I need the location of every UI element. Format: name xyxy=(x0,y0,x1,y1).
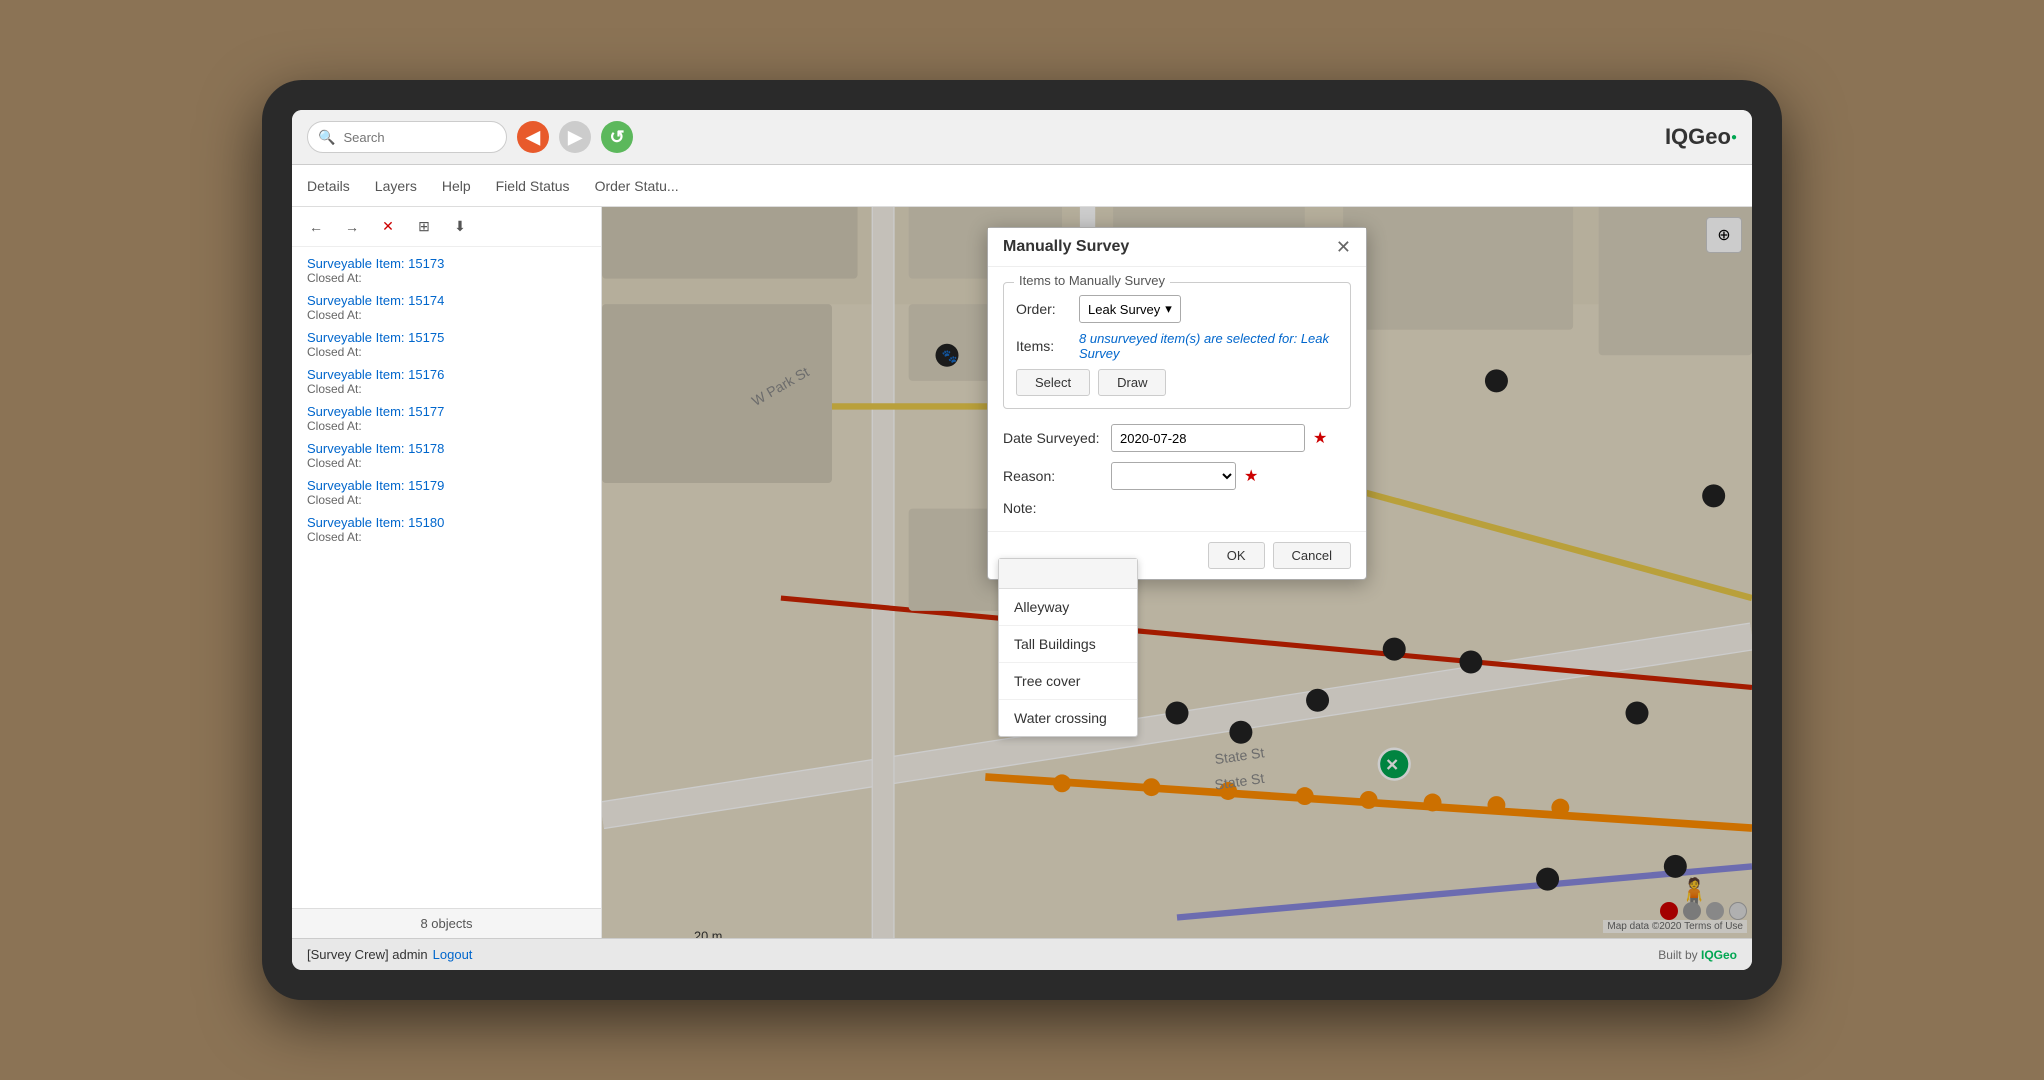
objects-count: 8 objects xyxy=(292,908,601,938)
tablet-frame: 🔍 ◀ ▶ ↺ IQGeo● Details Layers Help Field… xyxy=(262,80,1782,1000)
back-icon: ◀ xyxy=(526,127,540,148)
iqgeo-brand: IQGeo xyxy=(1701,948,1737,962)
item-title[interactable]: Surveyable Item: 15178 xyxy=(307,441,586,456)
tab-layers[interactable]: Layers xyxy=(375,173,417,199)
logo-dot: ● xyxy=(1731,132,1737,143)
reason-row: Reason: Alleyway Tall Buildings Tree cov… xyxy=(1003,462,1351,490)
item-title[interactable]: Surveyable Item: 15179 xyxy=(307,478,586,493)
date-required-star: ★ xyxy=(1313,428,1327,448)
draw-button[interactable]: Draw xyxy=(1098,369,1166,396)
main-content: ← → ✕ ⊞ ⬇ Surveyable Item: 15173 Closed … xyxy=(292,207,1752,938)
modal-title: Manually Survey xyxy=(1003,238,1129,256)
date-label: Date Surveyed: xyxy=(1003,430,1103,446)
nav-forward-button[interactable]: → xyxy=(338,213,366,241)
date-input[interactable] xyxy=(1111,424,1305,452)
tab-field-status[interactable]: Field Status xyxy=(496,173,570,199)
item-title[interactable]: Surveyable Item: 15174 xyxy=(307,293,586,308)
map-area[interactable]: W Park St State St State St 🐾 xyxy=(602,207,1752,938)
modal-body: Items to Manually Survey Order: Leak Sur… xyxy=(988,267,1366,531)
list-items: Surveyable Item: 15173 Closed At: Survey… xyxy=(292,247,601,908)
list-item: Surveyable Item: 15179 Closed At: xyxy=(292,474,601,511)
tablet-screen: 🔍 ◀ ▶ ↺ IQGeo● Details Layers Help Field… xyxy=(292,110,1752,970)
item-subtitle: Closed At: xyxy=(307,382,586,396)
tab-order-status[interactable]: Order Statu... xyxy=(595,173,679,199)
tab-details[interactable]: Details xyxy=(307,173,350,199)
item-subtitle: Closed At: xyxy=(307,345,586,359)
order-select[interactable]: Leak Survey ▾ xyxy=(1079,295,1181,323)
tab-help[interactable]: Help xyxy=(442,173,471,199)
order-row: Order: Leak Survey ▾ xyxy=(1016,295,1338,323)
order-label: Order: xyxy=(1016,301,1071,317)
items-section: Items to Manually Survey Order: Leak Sur… xyxy=(1003,282,1351,409)
items-row: Items: 8 unsurveyed item(s) are selected… xyxy=(1016,331,1338,361)
items-buttons: Select Draw xyxy=(1016,369,1338,396)
modal-close-button[interactable]: ✕ xyxy=(1336,238,1351,256)
list-item: Surveyable Item: 15176 Closed At: xyxy=(292,363,601,400)
refresh-icon: ↺ xyxy=(609,127,624,148)
left-panel: ← → ✕ ⊞ ⬇ Surveyable Item: 15173 Closed … xyxy=(292,207,602,938)
modal-overlay: Manually Survey ✕ Items to Manually Surv… xyxy=(602,207,1752,938)
reason-select[interactable]: Alleyway Tall Buildings Tree cover Water… xyxy=(1111,462,1236,490)
item-title[interactable]: Surveyable Item: 15173 xyxy=(307,256,586,271)
note-row: Note: xyxy=(1003,500,1351,516)
item-subtitle: Closed At: xyxy=(307,456,586,470)
reason-label: Reason: xyxy=(1003,468,1103,484)
select-button[interactable]: Select xyxy=(1016,369,1090,396)
item-title[interactable]: Surveyable Item: 15176 xyxy=(307,367,586,382)
left-panel-toolbar: ← → ✕ ⊞ ⬇ xyxy=(292,207,601,247)
list-item: Surveyable Item: 15173 Closed At: xyxy=(292,252,601,289)
item-title[interactable]: Surveyable Item: 15180 xyxy=(307,515,586,530)
search-box[interactable]: 🔍 xyxy=(307,121,507,153)
item-subtitle: Closed At: xyxy=(307,493,586,507)
nav-tabs: Details Layers Help Field Status Order S… xyxy=(292,165,1752,207)
grid-button[interactable]: ⊞ xyxy=(410,213,438,241)
modal-title-bar: Manually Survey ✕ xyxy=(988,228,1366,267)
top-toolbar: 🔍 ◀ ▶ ↺ IQGeo● xyxy=(292,110,1752,165)
close-panel-button[interactable]: ✕ xyxy=(374,213,402,241)
items-label: Items: xyxy=(1016,338,1071,354)
items-section-title: Items to Manually Survey xyxy=(1014,273,1170,288)
dropdown-item-tree-cover[interactable]: Tree cover xyxy=(999,663,1137,700)
reason-dropdown-list[interactable]: Alleyway Tall Buildings Tree cover Water… xyxy=(998,558,1138,737)
reason-required-star: ★ xyxy=(1244,466,1258,486)
dropdown-item-tall-buildings[interactable]: Tall Buildings xyxy=(999,626,1137,663)
built-by: Built by IQGeo xyxy=(1658,948,1737,962)
cancel-button[interactable]: Cancel xyxy=(1273,542,1351,569)
dropdown-item-alleyway[interactable]: Alleyway xyxy=(999,589,1137,626)
item-title[interactable]: Surveyable Item: 15177 xyxy=(307,404,586,419)
items-text: 8 unsurveyed item(s) are selected for: L… xyxy=(1079,331,1338,361)
item-subtitle: Closed At: xyxy=(307,271,586,285)
date-surveyed-row: Date Surveyed: ★ xyxy=(1003,424,1351,452)
note-label: Note: xyxy=(1003,500,1103,516)
download-button[interactable]: ⬇ xyxy=(446,213,474,241)
item-subtitle: Closed At: xyxy=(307,308,586,322)
list-item: Surveyable Item: 15174 Closed At: xyxy=(292,289,601,326)
search-icon: 🔍 xyxy=(318,129,335,146)
back-button[interactable]: ◀ xyxy=(517,121,549,153)
dropdown-top xyxy=(999,559,1137,589)
list-item: Surveyable Item: 15175 Closed At: xyxy=(292,326,601,363)
modal-dialog: Manually Survey ✕ Items to Manually Surv… xyxy=(987,227,1367,580)
item-subtitle: Closed At: xyxy=(307,530,586,544)
forward-button[interactable]: ▶ xyxy=(559,121,591,153)
nav-back-button[interactable]: ← xyxy=(302,213,330,241)
refresh-button[interactable]: ↺ xyxy=(601,121,633,153)
search-input[interactable] xyxy=(343,130,493,145)
item-subtitle: Closed At: xyxy=(307,419,586,433)
status-bar: [Survey Crew] admin Logout Built by IQGe… xyxy=(292,938,1752,970)
forward-icon: ▶ xyxy=(568,127,582,148)
ok-button[interactable]: OK xyxy=(1208,542,1265,569)
list-item: Surveyable Item: 15180 Closed At: xyxy=(292,511,601,548)
dropdown-arrow-icon: ▾ xyxy=(1165,301,1172,317)
item-title[interactable]: Surveyable Item: 15175 xyxy=(307,330,586,345)
iqgeo-logo: IQGeo● xyxy=(1665,124,1737,150)
logout-link[interactable]: Logout xyxy=(433,947,473,962)
status-text: [Survey Crew] admin xyxy=(307,947,428,962)
list-item: Surveyable Item: 15177 Closed At: xyxy=(292,400,601,437)
dropdown-item-water-crossing[interactable]: Water crossing xyxy=(999,700,1137,736)
list-item: Surveyable Item: 15178 Closed At: xyxy=(292,437,601,474)
